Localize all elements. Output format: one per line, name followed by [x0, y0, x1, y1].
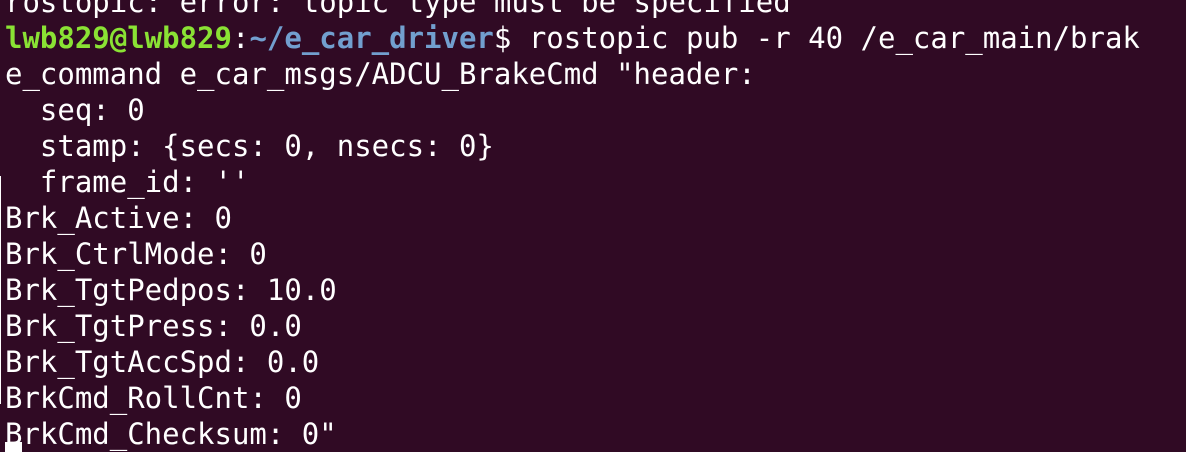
yaml-line-seq: seq: 0	[5, 93, 145, 127]
yaml-line-frame-id: frame_id: ''	[5, 165, 250, 199]
prompt-symbol: $	[493, 21, 529, 55]
terminal-output: rostopic: error: topic type must be spec…	[5, 0, 1140, 452]
terminal-window[interactable]: rostopic: error: topic type must be spec…	[0, 0, 1186, 452]
yaml-line-brk-tgtpedpos: Brk_TgtPedpos: 10.0	[5, 273, 337, 307]
prompt-user-host: lwb829@lwb829	[5, 21, 232, 55]
yaml-line-brk-tgtpress: Brk_TgtPress: 0.0	[5, 309, 302, 343]
yaml-line-brk-tgtaccspd: Brk_TgtAccSpd: 0.0	[5, 345, 320, 379]
prompt-line: lwb829@lwb829:~/e_car_driver$ rostopic p…	[5, 20, 1140, 56]
window-edge-line	[0, 176, 1, 404]
yaml-line-brk-ctrlmode: Brk_CtrlMode: 0	[5, 237, 267, 271]
command-continuation: e_command e_car_msgs/ADCU_BrakeCmd "head…	[5, 57, 756, 91]
yaml-line-brk-active: Brk_Active: 0	[5, 201, 232, 235]
yaml-line-brkcmd-checksum: BrkCmd_Checksum: 0"	[5, 417, 337, 451]
text-cursor	[5, 442, 22, 452]
command-text: rostopic pub -r 40 /e_car_main/brak	[528, 21, 1140, 55]
error-line: rostopic: error: topic type must be spec…	[5, 0, 791, 19]
yaml-line-stamp: stamp: {secs: 0, nsecs: 0}	[5, 129, 494, 163]
prompt-colon: :	[231, 21, 250, 55]
yaml-line-brkcmd-rollcnt: BrkCmd_RollCnt: 0	[5, 381, 302, 415]
prompt-path: ~/e_car_driver	[249, 21, 494, 55]
